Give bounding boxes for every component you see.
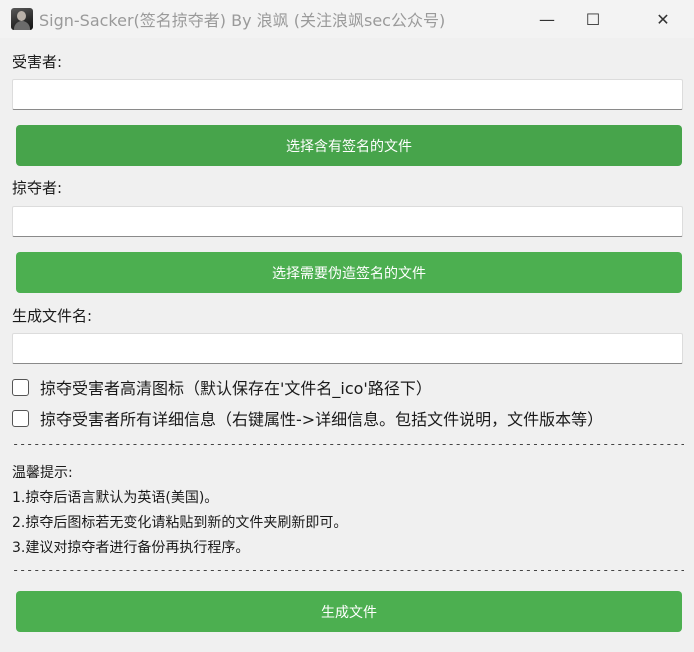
tip-line-1: 1.掠夺后语言默认为英语(美国)。 bbox=[12, 490, 219, 506]
option-icon-checkbox[interactable] bbox=[12, 378, 29, 396]
window-title: Sign-Sacker(签名掠夺者) By 浪飒 (关注浪飒sec公众号) bbox=[39, 11, 446, 30]
select-signed-file-button-label: 选择含有签名的文件 bbox=[286, 138, 412, 155]
maximize-icon: ☐ bbox=[585, 9, 601, 29]
title-bar: Sign-Sacker(签名掠夺者) By 浪飒 (关注浪飒sec公众号) — … bbox=[0, 0, 694, 38]
select-signed-file-button[interactable]: 选择含有签名的文件 bbox=[16, 125, 682, 166]
divider-top: ----------------------------------------… bbox=[12, 438, 684, 450]
output-filename-label: 生成文件名: bbox=[12, 307, 93, 325]
plunderer-input[interactable] bbox=[12, 206, 683, 237]
option-info-checkbox[interactable] bbox=[12, 409, 29, 427]
option-icon-label: 掠夺受害者高清图标（默认保存在'文件名_ico'路径下） bbox=[40, 379, 432, 398]
maximize-button[interactable]: ☐ bbox=[570, 0, 616, 38]
select-forge-file-button-label: 选择需要伪造签名的文件 bbox=[272, 265, 426, 282]
minimize-icon: — bbox=[539, 9, 555, 29]
option-info-row[interactable]: 掠夺受害者所有详细信息（右键属性->详细信息。包括文件说明，文件版本等） bbox=[12, 406, 603, 430]
plunderer-label: 掠夺者: bbox=[12, 179, 63, 197]
victim-input[interactable] bbox=[12, 79, 683, 110]
generate-file-button[interactable]: 生成文件 bbox=[16, 591, 682, 632]
close-icon: ✕ bbox=[656, 9, 670, 29]
app-avatar-icon bbox=[11, 8, 33, 30]
option-icon-row[interactable]: 掠夺受害者高清图标（默认保存在'文件名_ico'路径下） bbox=[12, 375, 432, 399]
option-info-label: 掠夺受害者所有详细信息（右键属性->详细信息。包括文件说明，文件版本等） bbox=[40, 410, 604, 429]
tip-line-3: 3.建议对掠夺者进行备份再执行程序。 bbox=[12, 540, 250, 556]
tips-heading: 温馨提示: bbox=[12, 465, 73, 481]
select-forge-file-button[interactable]: 选择需要伪造签名的文件 bbox=[16, 252, 682, 293]
divider-bottom: ----------------------------------------… bbox=[12, 564, 684, 576]
minimize-button[interactable]: — bbox=[524, 0, 570, 38]
tip-line-2: 2.掠夺后图标若无变化请粘贴到新的文件夹刷新即可。 bbox=[12, 515, 348, 531]
output-filename-input[interactable] bbox=[12, 333, 683, 364]
generate-file-button-label: 生成文件 bbox=[321, 604, 377, 621]
close-button[interactable]: ✕ bbox=[640, 0, 686, 38]
victim-label: 受害者: bbox=[12, 53, 63, 71]
